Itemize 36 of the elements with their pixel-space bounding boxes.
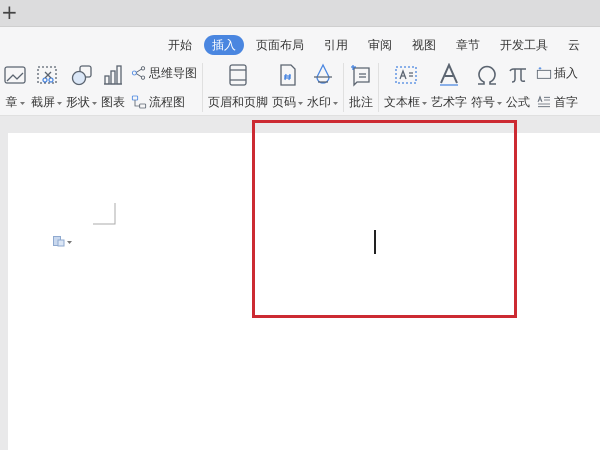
mindmap-icon xyxy=(131,65,147,81)
ribbon-button[interactable]: 水印 xyxy=(305,60,340,115)
chart-icon xyxy=(101,63,125,87)
ribbon-button[interactable]: 图表 xyxy=(99,60,127,115)
ribbon-tab[interactable]: 引用 xyxy=(316,35,356,55)
flow-icon xyxy=(131,94,147,110)
ribbon-button[interactable]: 批注 xyxy=(347,60,375,115)
ribbon-button[interactable]: 形状 xyxy=(64,60,99,115)
ribbon-button[interactable]: 页眉和页脚 xyxy=(206,60,270,115)
new-tab-button[interactable]: + xyxy=(1,2,18,24)
ribbon-tab[interactable]: 开发工具 xyxy=(492,35,556,55)
document-icon xyxy=(53,236,65,247)
ribbon-tab[interactable]: 开始 xyxy=(160,35,200,55)
ribbon-button[interactable]: 首字 xyxy=(536,93,578,111)
ribbon-tab[interactable]: 插入 xyxy=(204,35,244,55)
ribbon-tab[interactable]: 视图 xyxy=(404,35,444,55)
paste-options-button[interactable] xyxy=(53,236,72,247)
ribbon-button[interactable]: 流程图 xyxy=(131,93,197,111)
dropcap-icon xyxy=(536,94,552,110)
ribbon-button[interactable]: 艺术字 xyxy=(429,60,469,115)
ribbon-button[interactable]: 思维导图 xyxy=(131,64,197,82)
ribbon-tab[interactable]: 审阅 xyxy=(360,35,400,55)
ribbon-tab[interactable]: 页面布局 xyxy=(248,35,312,55)
ribbon-tab[interactable]: 章节 xyxy=(448,35,488,55)
shapes-icon xyxy=(70,63,94,87)
ribbon-button[interactable]: 公式 xyxy=(504,60,532,115)
ribbon-tab[interactable]: 云 xyxy=(560,35,588,55)
ribbon-button[interactable]: 插入 xyxy=(536,64,578,82)
margin-corner-mark xyxy=(93,203,116,225)
caret-icon xyxy=(67,241,72,244)
ribbon-button[interactable]: 符号 xyxy=(469,60,504,115)
wordart-icon xyxy=(437,63,461,87)
ribbon-button[interactable]: 截屏 xyxy=(29,60,64,115)
ribbon-button[interactable]: 章 xyxy=(1,60,29,115)
ribbon-button[interactable]: 文本框 xyxy=(382,60,429,115)
ribbon-button[interactable]: 页码 xyxy=(270,60,305,115)
